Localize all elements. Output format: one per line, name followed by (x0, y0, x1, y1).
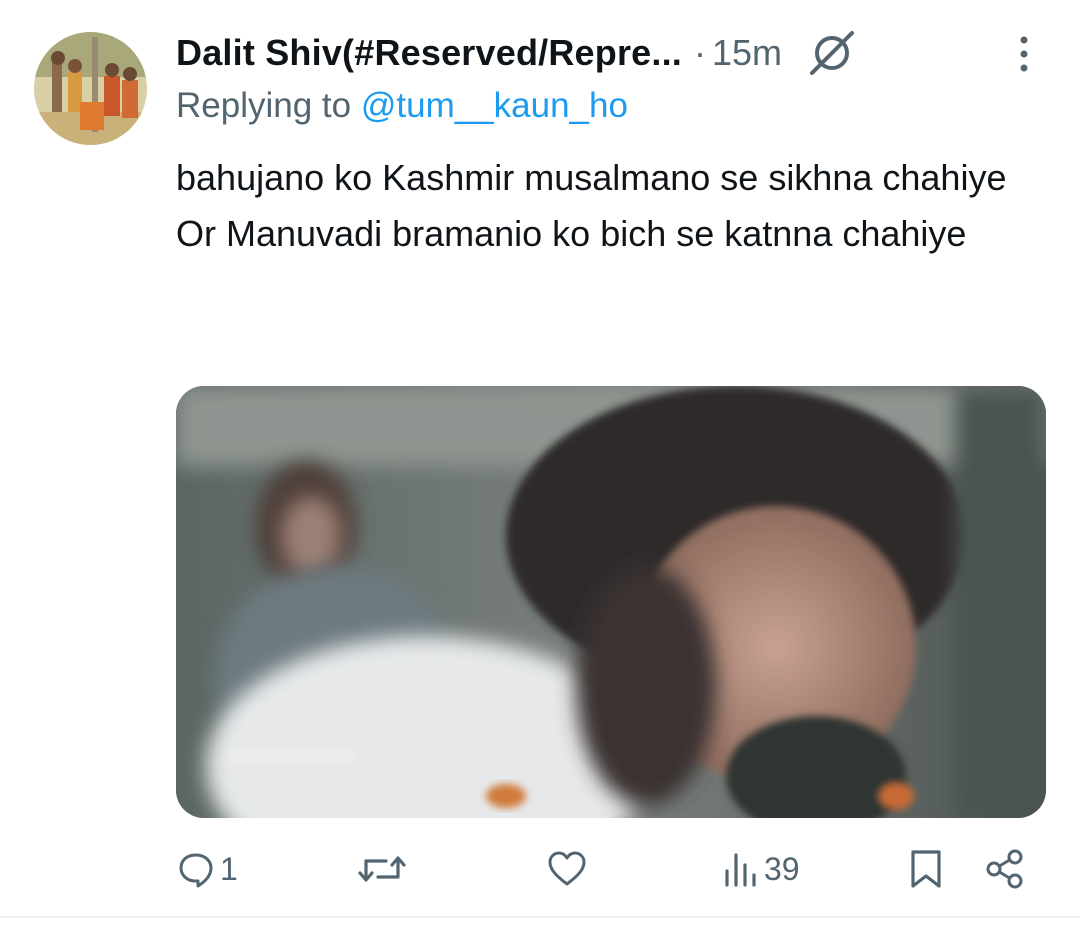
reply-action[interactable]: 1 (176, 842, 238, 896)
share-action[interactable] (984, 842, 1026, 896)
bookmark-action[interactable] (908, 842, 944, 896)
tweet-text: bahujano ko Kashmir musalmano se sikhna … (176, 150, 1046, 262)
reply-icon[interactable] (176, 849, 216, 889)
author-avatar[interactable] (34, 32, 147, 145)
retweet-action[interactable] (358, 842, 410, 896)
views-bar-chart-icon[interactable] (722, 849, 760, 889)
replying-to: Replying to @tum__kaun_ho (176, 86, 628, 126)
tweet-text-line: bahujano ko Kashmir musalmano se sikhna … (176, 157, 1007, 198)
tweet-text-line: Or Manuvadi bramanio ko bich se katnna c… (176, 213, 967, 254)
views-action[interactable]: 39 (722, 842, 800, 896)
heart-icon[interactable] (546, 849, 588, 889)
replying-to-label: Replying to (176, 86, 352, 125)
views-count: 39 (764, 850, 800, 887)
grok-icon[interactable] (806, 29, 858, 77)
reply-count: 1 (220, 850, 238, 887)
tweet-timestamp[interactable]: 15m (712, 32, 782, 74)
author-display-name[interactable]: Dalit Shiv(#Reserved/Repre... (176, 32, 682, 74)
share-icon[interactable] (984, 848, 1026, 890)
retweet-icon[interactable] (358, 849, 406, 889)
tweet-header: Dalit Shiv(#Reserved/Repre... · 15m (176, 28, 936, 78)
like-action[interactable] (546, 842, 592, 896)
reply-mention-link[interactable]: @tum__kaun_ho (361, 86, 628, 125)
tweet-divider (0, 916, 1080, 918)
bookmark-icon[interactable] (908, 848, 944, 890)
tweet-media-video[interactable] (176, 386, 1046, 818)
header-separator: · (694, 32, 707, 73)
more-options-icon[interactable] (1006, 34, 1042, 74)
